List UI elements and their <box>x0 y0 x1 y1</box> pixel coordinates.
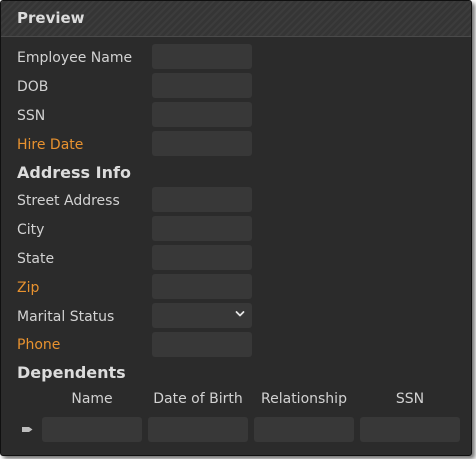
dependent-relationship-cell[interactable] <box>254 417 354 442</box>
column-header-date-of-birth: Date of Birth <box>153 391 243 407</box>
employee-name-label: Employee Name <box>17 50 133 66</box>
hire-date-field[interactable] <box>152 131 252 156</box>
street-address-label: Street Address <box>17 193 120 209</box>
ssn-label: SSN <box>17 108 46 124</box>
address-info-heading: Address Info <box>17 163 131 182</box>
column-header-ssn: SSN <box>395 391 425 407</box>
phone-label: Phone <box>17 337 61 353</box>
preview-panel: Preview Employee Name DOB SSN Hire Date … <box>0 0 472 456</box>
column-header-name: Name <box>71 391 113 407</box>
zip-field[interactable] <box>152 274 252 299</box>
phone-field[interactable] <box>152 332 252 357</box>
dob-label: DOB <box>17 79 49 95</box>
dependent-dob-cell[interactable] <box>148 417 248 442</box>
city-label: City <box>17 222 45 238</box>
marital-status-select[interactable] <box>152 303 252 328</box>
dependent-ssn-cell[interactable] <box>360 417 460 442</box>
new-row-pencil-icon <box>22 427 33 432</box>
marital-status-label: Marital Status <box>17 309 115 325</box>
city-field[interactable] <box>152 216 252 241</box>
dependent-name-cell[interactable] <box>42 417 142 442</box>
hire-date-label: Hire Date <box>17 137 84 153</box>
dependents-heading: Dependents <box>17 363 126 382</box>
employee-name-field[interactable] <box>152 44 252 69</box>
column-header-relationship: Relationship <box>261 391 347 407</box>
zip-label: Zip <box>17 280 40 296</box>
panel-title: Preview <box>17 9 85 27</box>
dob-field[interactable] <box>152 73 252 98</box>
street-address-field[interactable] <box>152 187 252 212</box>
chevron-down-icon <box>235 311 245 317</box>
panel-header: Preview <box>1 1 471 37</box>
state-field[interactable] <box>152 245 252 270</box>
state-label: State <box>17 251 55 267</box>
ssn-field[interactable] <box>152 102 252 127</box>
